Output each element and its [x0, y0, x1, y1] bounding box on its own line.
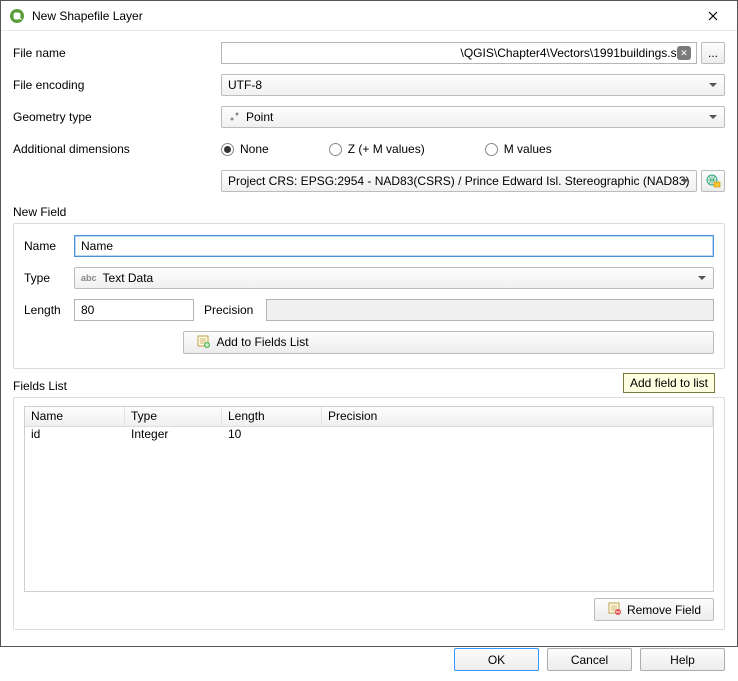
radio-none[interactable]: None	[221, 142, 269, 156]
col-type[interactable]: Type	[125, 407, 222, 426]
table-row[interactable]: id Integer 10	[25, 427, 713, 444]
col-length[interactable]: Length	[222, 407, 322, 426]
new-field-group: Name Type abc Text Data Length Precision…	[13, 223, 725, 369]
tooltip: Add field to list	[623, 373, 715, 393]
field-type-label: Type	[24, 271, 68, 285]
close-button[interactable]	[691, 2, 735, 30]
window-title: New Shapefile Layer	[32, 9, 691, 23]
col-name[interactable]: Name	[25, 407, 125, 426]
file-name-input[interactable]	[221, 42, 697, 64]
crs-select[interactable]: Project CRS: EPSG:2954 - NAD83(CSRS) / P…	[221, 170, 697, 192]
field-length-label: Length	[24, 303, 68, 317]
fields-list-group: Name Type Length Precision id Integer 10…	[13, 397, 725, 630]
title-bar: New Shapefile Layer	[1, 1, 737, 31]
help-button[interactable]: Help	[640, 648, 725, 671]
fields-list-title: Fields List	[13, 379, 725, 393]
file-encoding-label: File encoding	[13, 78, 215, 92]
browse-button[interactable]: ...	[701, 42, 725, 64]
add-to-fields-button[interactable]: Add to Fields List	[183, 331, 714, 354]
radio-z[interactable]: Z (+ M values)	[329, 142, 425, 156]
field-length-input[interactable]	[74, 299, 194, 321]
file-encoding-select[interactable]: UTF-8	[221, 74, 725, 96]
remove-field-button[interactable]: Remove Field	[594, 598, 714, 621]
ok-button[interactable]: OK	[454, 648, 539, 671]
geometry-type-select[interactable]: Point	[221, 106, 725, 128]
crs-picker-button[interactable]	[701, 170, 725, 192]
field-precision-label: Precision	[204, 303, 260, 317]
file-name-label: File name	[13, 46, 215, 60]
radio-m[interactable]: M values	[485, 142, 552, 156]
text-type-icon: abc	[81, 273, 97, 283]
cancel-button[interactable]: Cancel	[547, 648, 632, 671]
remove-field-icon	[607, 601, 621, 618]
geometry-type-label: Geometry type	[13, 110, 215, 124]
add-field-icon	[196, 334, 210, 351]
field-name-input[interactable]	[74, 235, 714, 257]
field-precision-input	[266, 299, 714, 321]
col-precision[interactable]: Precision	[322, 407, 713, 426]
new-field-title: New Field	[13, 205, 725, 219]
clear-icon[interactable]: ✕	[677, 46, 691, 60]
app-icon	[9, 8, 25, 24]
fields-table[interactable]: Name Type Length Precision id Integer 10	[24, 406, 714, 592]
field-type-select[interactable]: abc Text Data	[74, 267, 714, 289]
field-name-label: Name	[24, 239, 68, 253]
dimensions-label: Additional dimensions	[13, 142, 215, 156]
point-icon	[228, 111, 240, 123]
